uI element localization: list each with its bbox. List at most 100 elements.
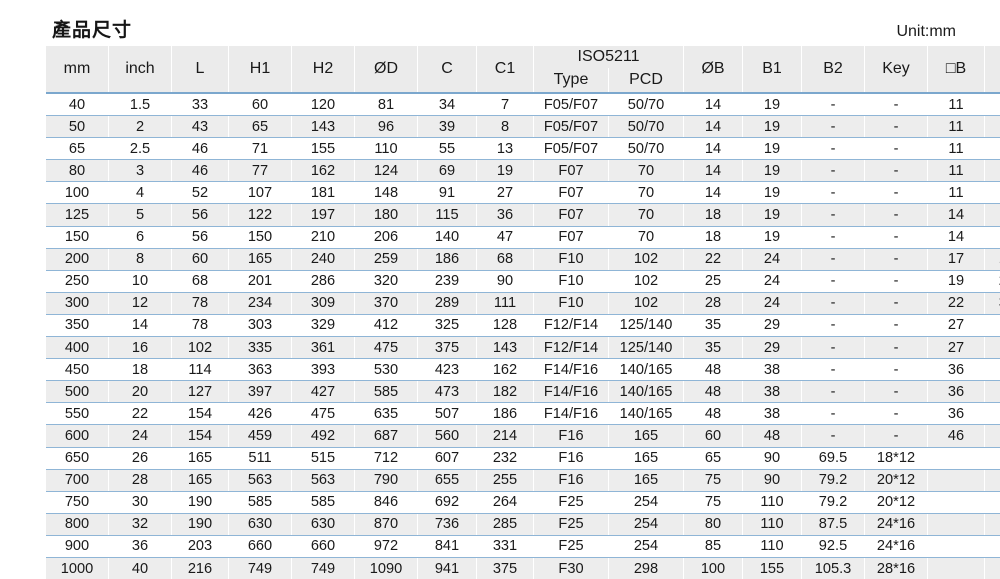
cell-pcd: 254 xyxy=(609,491,683,513)
cell-KG: 424 xyxy=(985,535,1000,557)
table-row[interactable]: 500 20 127 397 427 585 473 182 F14/F16 140/165 48 3… xyxy=(46,381,1000,403)
cell-B2: - xyxy=(802,204,864,226)
cell-OD: 259 xyxy=(355,248,417,270)
table-row[interactable]: 3001278234309370289111F101022824--2232.5 xyxy=(46,292,1000,314)
cell-OD: 712 xyxy=(355,447,417,469)
cell-OD: 870 xyxy=(355,513,417,535)
cell-pcd: 254 xyxy=(609,535,683,557)
cell-H1: 335 xyxy=(229,337,291,359)
cell-B2: - xyxy=(802,116,864,138)
table-row[interactable]: 350 14 78 303 329 412 325 128 F12/F14 125/140 35 29… xyxy=(46,314,1000,337)
product-dimensions-table: mminchLH1H2ØDCC1ISO5211ØBB1B2Key□BKG Typ… xyxy=(45,46,1000,579)
cell-C1: 47 xyxy=(477,226,533,248)
cell-B1: 29 xyxy=(743,337,801,359)
table-row[interactable]: 700 28 165 563 563 790 655 255 F16 165 75 90 79.2 20*… xyxy=(46,469,1000,491)
cell-sqB: 22 xyxy=(928,292,984,314)
table-row[interactable]: 12555612219718011536F07701819--147.3 xyxy=(46,204,1000,226)
cell-C1: 264 xyxy=(477,491,533,513)
cell-inch: 24 xyxy=(109,425,171,447)
table-row[interactable]: 650 26 165 511 515 712 607 232 F16 165 65 90 69.5 18*… xyxy=(46,447,1000,469)
table-row[interactable]: 800 32 190 630 630 870 736 285 F25 254 80 110 87.5 24… xyxy=(46,513,1000,535)
table-row[interactable]: 750 30 190 585 585 846 692 264 F25 254 75 110 79.2 20… xyxy=(46,491,1000,513)
table-row[interactable]: 250106820128632023990F101022524--1921.2 xyxy=(46,270,1000,292)
cell-Key: - xyxy=(865,248,927,270)
cell-C1: 331 xyxy=(477,535,533,557)
table-row[interactable]: 652.546711551105513F05/F0750/701419--113… xyxy=(46,138,1000,160)
table-row[interactable]: 60024154459492687560214F161656048--46200 xyxy=(46,425,1000,447)
cell-OB: 22 xyxy=(684,248,742,270)
table-row[interactable]: 20086016524025918668F101022224--1713.5 xyxy=(46,248,1000,270)
cell-OB: 100 xyxy=(684,557,742,579)
cell-L: 190 xyxy=(172,513,228,535)
cell-H1: 201 xyxy=(229,270,291,292)
cell-B2: 79.2 xyxy=(802,469,864,491)
cell-sqB xyxy=(928,447,984,469)
cell-H2: 155 xyxy=(292,138,354,160)
table-row[interactable]: 1004521071811489127F07701419--115.3 xyxy=(46,182,1000,204)
cell-mm: 700 xyxy=(46,469,108,491)
cell-C1: 36 xyxy=(477,204,533,226)
table-row[interactable]: 900 36 203 660 660 972 841 331 F25 254 85 110 92.5 24… xyxy=(46,535,1000,557)
cell-H2: 585 xyxy=(292,491,354,513)
cell-KG: 194 xyxy=(985,447,1000,469)
cell-mm: 450 xyxy=(46,359,108,381)
cell-pcd: 70 xyxy=(609,160,683,182)
cell-mm: 650 xyxy=(46,447,108,469)
cell-C: 423 xyxy=(418,359,476,381)
cell-sqB xyxy=(928,557,984,579)
table-row[interactable]: 401.5336012081347F05/F0750/701419--112 xyxy=(46,94,1000,116)
cell-OD: 635 xyxy=(355,403,417,425)
cell-type: F07 xyxy=(534,182,608,204)
header-cell-type: Type xyxy=(534,68,608,92)
table-row[interactable]: 550 22 154 426 475 635 507 186 F14/F16 140/165 48 3… xyxy=(46,403,1000,425)
cell-C1: 255 xyxy=(477,469,533,491)
cell-OB: 48 xyxy=(684,403,742,425)
cell-B2: - xyxy=(802,160,864,182)
cell-inch: 2.5 xyxy=(109,138,171,160)
cell-C: 239 xyxy=(418,270,476,292)
cell-C1: 214 xyxy=(477,425,533,447)
cell-H2: 197 xyxy=(292,204,354,226)
cell-L: 190 xyxy=(172,491,228,513)
cell-type: F07 xyxy=(534,204,608,226)
cell-KG: 130 xyxy=(985,403,1000,425)
cell-mm: 150 xyxy=(46,226,108,248)
table-row[interactable]: 15065615021020614047F07701819--148.2 xyxy=(46,226,1000,248)
cell-B1: 110 xyxy=(743,535,801,557)
cell-OD: 1090 xyxy=(355,557,417,579)
caption-bar: 產品尺寸 Unit:mm xyxy=(0,18,1000,46)
cell-sqB: 11 xyxy=(928,160,984,182)
cell-L: 154 xyxy=(172,425,228,447)
cell-H1: 459 xyxy=(229,425,291,447)
cell-B1: 19 xyxy=(743,160,801,182)
cell-C: 692 xyxy=(418,491,476,513)
cell-H2: 630 xyxy=(292,513,354,535)
cell-H2: 427 xyxy=(292,381,354,403)
table-row[interactable]: 450 18 114 363 393 530 423 162 F14/F16 140/165 48 3… xyxy=(46,359,1000,381)
cell-mm: 900 xyxy=(46,535,108,557)
cell-Key: - xyxy=(865,270,927,292)
cell-L: 46 xyxy=(172,160,228,182)
table-row[interactable]: 80346771621246919F07701419--114 xyxy=(46,160,1000,182)
table-row[interactable]: 1000 40 216 749 749 1090 941 375 F30 298 100 155 105… xyxy=(46,557,1000,579)
cell-pcd: 298 xyxy=(609,557,683,579)
cell-Key: - xyxy=(865,337,927,359)
cell-C1: 90 xyxy=(477,270,533,292)
table-row[interactable]: 400 16 102 335 361 475 375 143 F12/F14 125/140 35 2… xyxy=(46,337,1000,359)
cell-Key: - xyxy=(865,359,927,381)
cell-C: 186 xyxy=(418,248,476,270)
table-row[interactable]: 502436514396398F05/F0750/701419--113 xyxy=(46,116,1000,138)
cell-sqB: 11 xyxy=(928,182,984,204)
header-row-top: mminchLH1H2ØDCC1ISO5211ØBB1B2Key□BKG xyxy=(46,46,1000,92)
cell-C1: 182 xyxy=(477,381,533,403)
cell-OB: 18 xyxy=(684,204,742,226)
cell-H1: 122 xyxy=(229,204,291,226)
cell-B2: - xyxy=(802,138,864,160)
cell-B2: 87.5 xyxy=(802,513,864,535)
cell-mm: 1000 xyxy=(46,557,108,579)
cell-L: 127 xyxy=(172,381,228,403)
cell-B1: 155 xyxy=(743,557,801,579)
cell-mm: 80 xyxy=(46,160,108,182)
cell-H1: 234 xyxy=(229,292,291,314)
cell-sqB: 27 xyxy=(928,337,984,359)
